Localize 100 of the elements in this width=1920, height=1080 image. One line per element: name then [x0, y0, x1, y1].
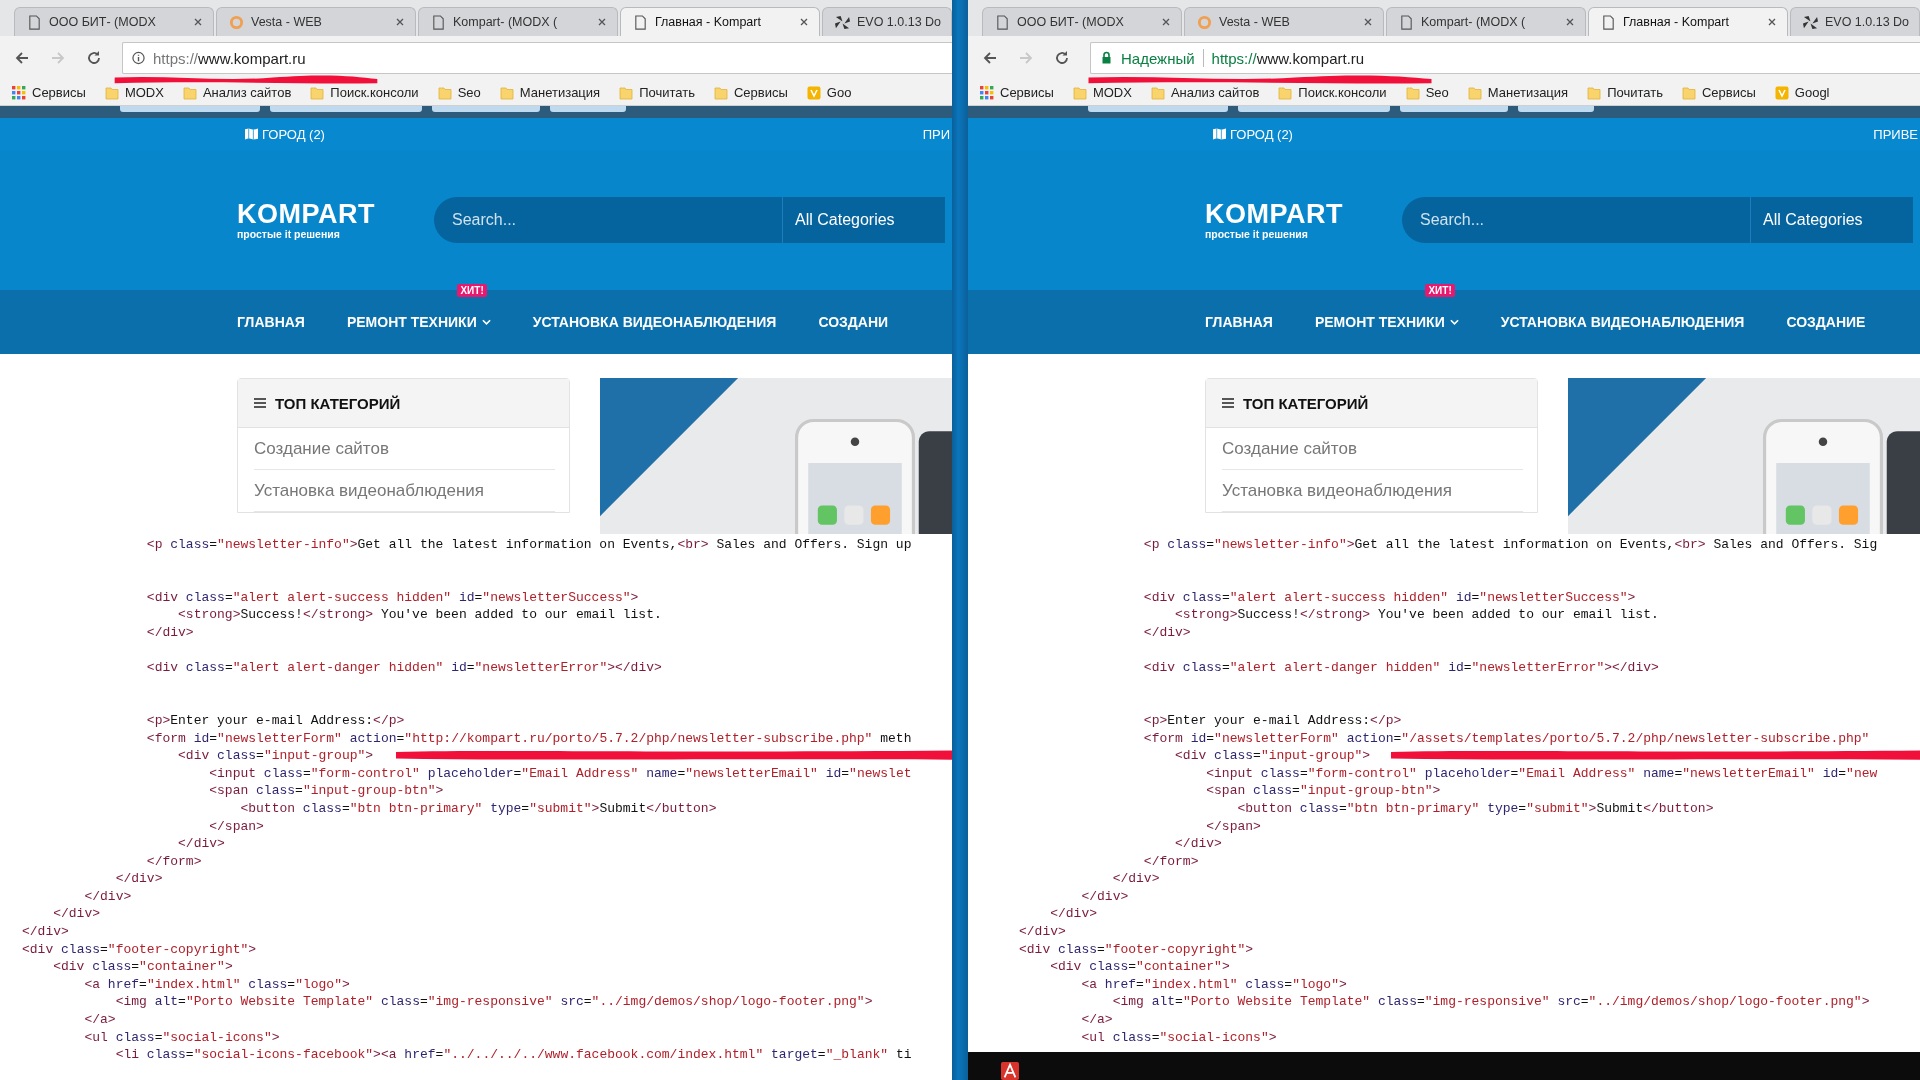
close-icon[interactable]: [1565, 17, 1575, 27]
browser-tab[interactable]: Kompart- (MODX (: [418, 7, 618, 36]
nav-link[interactable]: УСТАНОВКА ВИДЕОНАБЛЮДЕНИЯ: [1500, 314, 1745, 330]
close-icon[interactable]: [193, 17, 203, 27]
browser-tab[interactable]: EVO 1.0.13 Do: [822, 7, 952, 36]
menu-icon: [1222, 398, 1234, 408]
folder-icon: [619, 85, 634, 100]
category-link[interactable]: Создание сайтов: [254, 428, 555, 470]
top-link[interactable]: ПРИ: [922, 126, 950, 142]
close-icon[interactable]: [597, 17, 607, 27]
bookmark[interactable]: Манетизация: [499, 85, 601, 100]
browser-tab[interactable]: Vesta - WEB: [1184, 7, 1384, 36]
shield-icon: [1774, 85, 1789, 100]
nav-link[interactable]: УСТАНОВКА ВИДЕОНАБЛЮДЕНИЯ: [532, 314, 777, 330]
city-link[interactable]: ГОРОД (2): [1213, 126, 1293, 142]
nav-link[interactable]: ГЛАВНАЯ: [237, 314, 305, 330]
app-icon[interactable]: [1000, 1062, 1020, 1080]
circle-icon: [229, 14, 244, 30]
bookmark[interactable]: Поиск.консоли: [310, 85, 419, 100]
folder-icon: [1467, 85, 1482, 100]
close-icon[interactable]: [395, 17, 405, 27]
url-text: https://www.kompart.ru: [1211, 49, 1365, 67]
apps-icon: [980, 85, 994, 100]
back-icon[interactable]: [14, 50, 30, 66]
close-icon[interactable]: [1161, 17, 1171, 27]
menu-icon: [254, 398, 266, 408]
folder-icon: [1587, 85, 1602, 100]
folder-icon: [713, 85, 728, 100]
hit-badge: ХИТ!: [457, 284, 487, 297]
folder-icon: [499, 85, 514, 100]
page-icon: [431, 14, 446, 30]
bookmark[interactable]: Googl: [1774, 85, 1830, 100]
folder-icon: [1072, 85, 1087, 100]
page-icon: [1399, 14, 1414, 30]
nav-link[interactable]: СОЗДАНИ: [818, 314, 889, 330]
bookmark[interactable]: Сервисы: [713, 85, 788, 100]
browser-tab[interactable]: ООО БИТ- (MODX: [982, 7, 1182, 36]
card-title: ТОП КАТЕГОРИЙ: [1243, 394, 1369, 412]
browser-tab[interactable]: Главная - Kompart: [620, 7, 820, 36]
address-bar[interactable]: Надежный https://www.kompart.ru: [1090, 42, 1920, 74]
category-select[interactable]: All Categories: [782, 197, 945, 243]
card-title: ТОП КАТЕГОРИЙ: [275, 394, 401, 412]
logo-tagline: простые it решения: [237, 227, 341, 240]
bookmark[interactable]: MODX: [104, 85, 164, 100]
folder-icon: [1681, 85, 1696, 100]
map-icon: [1213, 128, 1226, 140]
security-label: Надежный: [1121, 49, 1195, 67]
hit-badge: ХИТ!: [1425, 284, 1455, 297]
address-bar[interactable]: https://www.kompart.ru: [122, 42, 952, 74]
folder-icon: [437, 85, 452, 100]
city-link[interactable]: ГОРОД (2): [245, 126, 325, 142]
bookmark[interactable]: Seo: [437, 85, 481, 100]
bookmark[interactable]: Анализ сайтов: [182, 85, 292, 100]
logo-tagline: простые it решения: [1205, 227, 1309, 240]
reload-icon[interactable]: [86, 50, 102, 66]
shield-icon: [806, 85, 821, 100]
bookmark[interactable]: Анализ сайтов: [1150, 85, 1260, 100]
bookmark[interactable]: Почитать: [1587, 85, 1663, 100]
bookmark[interactable]: Сервисы: [12, 85, 86, 100]
bookmark[interactable]: Поиск.консоли: [1278, 85, 1387, 100]
pinwheel-icon: [835, 14, 850, 30]
search-field[interactable]: Search...: [1402, 197, 1750, 243]
apps-icon: [12, 85, 26, 100]
close-icon[interactable]: [1767, 17, 1777, 27]
back-icon[interactable]: [982, 50, 998, 66]
bookmark[interactable]: MODX: [1072, 85, 1132, 100]
page-icon: [27, 14, 42, 30]
circle-icon: [1197, 14, 1212, 30]
map-icon: [245, 128, 258, 140]
browser-tab[interactable]: Vesta - WEB: [216, 7, 416, 36]
bookmark[interactable]: Goo: [806, 85, 852, 100]
page-icon: [1601, 14, 1616, 30]
category-link[interactable]: Установка видеонаблюдения: [1222, 470, 1523, 512]
page-icon: [995, 14, 1010, 30]
nav-link[interactable]: РЕМОНТ ТЕХНИКИ: [346, 314, 491, 330]
logo-text: KOMPART: [1205, 200, 1344, 228]
browser-tab[interactable]: EVO 1.0.13 Do: [1790, 7, 1920, 36]
browser-tab[interactable]: ООО БИТ- (MODX: [14, 7, 214, 36]
reload-icon[interactable]: [1054, 50, 1070, 66]
nav-link[interactable]: РЕМОНТ ТЕХНИКИ: [1314, 314, 1459, 330]
category-select[interactable]: All Categories: [1750, 197, 1913, 243]
browser-tab[interactable]: Kompart- (MODX (: [1386, 7, 1586, 36]
nav-link[interactable]: СОЗДАНИЕ: [1786, 314, 1866, 330]
category-link[interactable]: Создание сайтов: [1222, 428, 1523, 470]
nav-link[interactable]: ГЛАВНАЯ: [1205, 314, 1273, 330]
bookmark[interactable]: Seo: [1405, 85, 1449, 100]
bookmark[interactable]: Сервисы: [1681, 85, 1756, 100]
category-link[interactable]: Установка видеонаблюдения: [254, 470, 555, 512]
close-icon[interactable]: [799, 17, 809, 27]
browser-tab[interactable]: Главная - Kompart: [1588, 7, 1788, 36]
pinwheel-icon: [1803, 14, 1818, 30]
logo-text: KOMPART: [237, 200, 376, 228]
bookmark[interactable]: Почитать: [619, 85, 695, 100]
bookmark[interactable]: Сервисы: [980, 85, 1054, 100]
close-icon[interactable]: [1363, 17, 1373, 27]
top-link[interactable]: ПРИВЕ: [1873, 126, 1918, 142]
search-field[interactable]: Search...: [434, 197, 782, 243]
url-text: https://www.kompart.ru: [153, 49, 306, 67]
bookmark[interactable]: Манетизация: [1467, 85, 1569, 100]
page-icon: [633, 14, 648, 30]
